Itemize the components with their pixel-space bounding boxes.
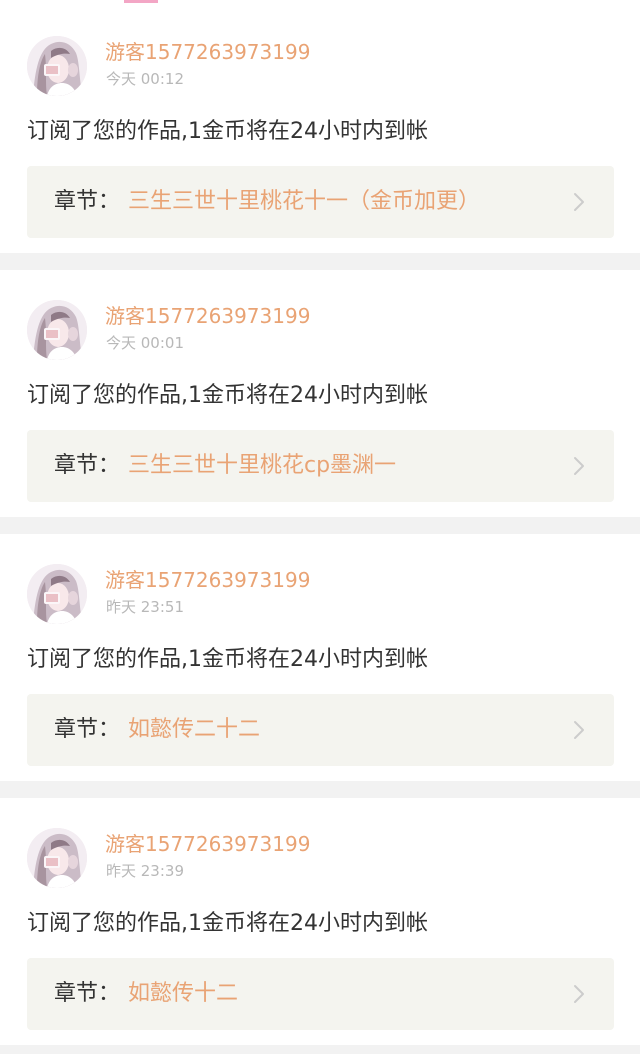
notification-message: 订阅了您的作品,1金币将在24小时内到帐 [27, 383, 428, 408]
chapter-label: 章节： [54, 981, 121, 1006]
chapter-label: 章节： [54, 453, 121, 478]
chapter-link[interactable]: 章节： 如懿传二十二 [27, 694, 614, 766]
username[interactable]: 游客1577263973199 [105, 40, 310, 64]
chapter-title: 如懿传二十二 [128, 717, 261, 742]
chapter-link[interactable]: 章节： 三生三世十里桃花十一（金币加更） [27, 166, 614, 238]
chapter-title: 三生三世十里桃花十一（金币加更） [128, 189, 481, 214]
timestamp: 今天 00:12 [106, 70, 184, 88]
notification-message: 订阅了您的作品,1金币将在24小时内到帐 [27, 647, 428, 672]
chapter-title: 如懿传十二 [128, 981, 239, 1006]
chapter-title: 三生三世十里桃花cp墨渊一 [128, 453, 397, 478]
notification-card[interactable]: 游客1577263973199 昨天 23:39 订阅了您的作品,1金币将在24… [0, 798, 640, 1045]
chapter-link[interactable]: 章节： 三生三世十里桃花cp墨渊一 [27, 430, 614, 502]
top-tab-indicator [124, 0, 158, 3]
username[interactable]: 游客1577263973199 [105, 832, 310, 856]
avatar-icon[interactable] [27, 300, 87, 360]
timestamp: 今天 00:01 [106, 334, 184, 352]
chapter-label: 章节： [54, 717, 121, 742]
timestamp: 昨天 23:39 [106, 862, 184, 880]
chevron-right-icon [574, 985, 584, 1003]
timestamp: 昨天 23:51 [106, 598, 184, 616]
notification-card[interactable]: 游客1577263973199 昨天 23:51 订阅了您的作品,1金币将在24… [0, 534, 640, 781]
chevron-right-icon [574, 457, 584, 475]
chevron-right-icon [574, 193, 584, 211]
username[interactable]: 游客1577263973199 [105, 568, 310, 592]
notification-message: 订阅了您的作品,1金币将在24小时内到帐 [27, 119, 428, 144]
avatar-icon[interactable] [27, 564, 87, 624]
username[interactable]: 游客1577263973199 [105, 304, 310, 328]
chapter-label: 章节： [54, 189, 121, 214]
chapter-link[interactable]: 章节： 如懿传十二 [27, 958, 614, 1030]
notification-card[interactable]: 游客1577263973199 今天 00:01 订阅了您的作品,1金币将在24… [0, 270, 640, 517]
notification-card[interactable]: 游客1577263973199 今天 00:12 订阅了您的作品,1金币将在24… [0, 6, 640, 253]
notification-message: 订阅了您的作品,1金币将在24小时内到帐 [27, 911, 428, 936]
chevron-right-icon [574, 721, 584, 739]
avatar-icon[interactable] [27, 828, 87, 888]
avatar-icon[interactable] [27, 36, 87, 96]
notification-page: 游客1577263973199 今天 00:12 订阅了您的作品,1金币将在24… [0, 0, 640, 1054]
